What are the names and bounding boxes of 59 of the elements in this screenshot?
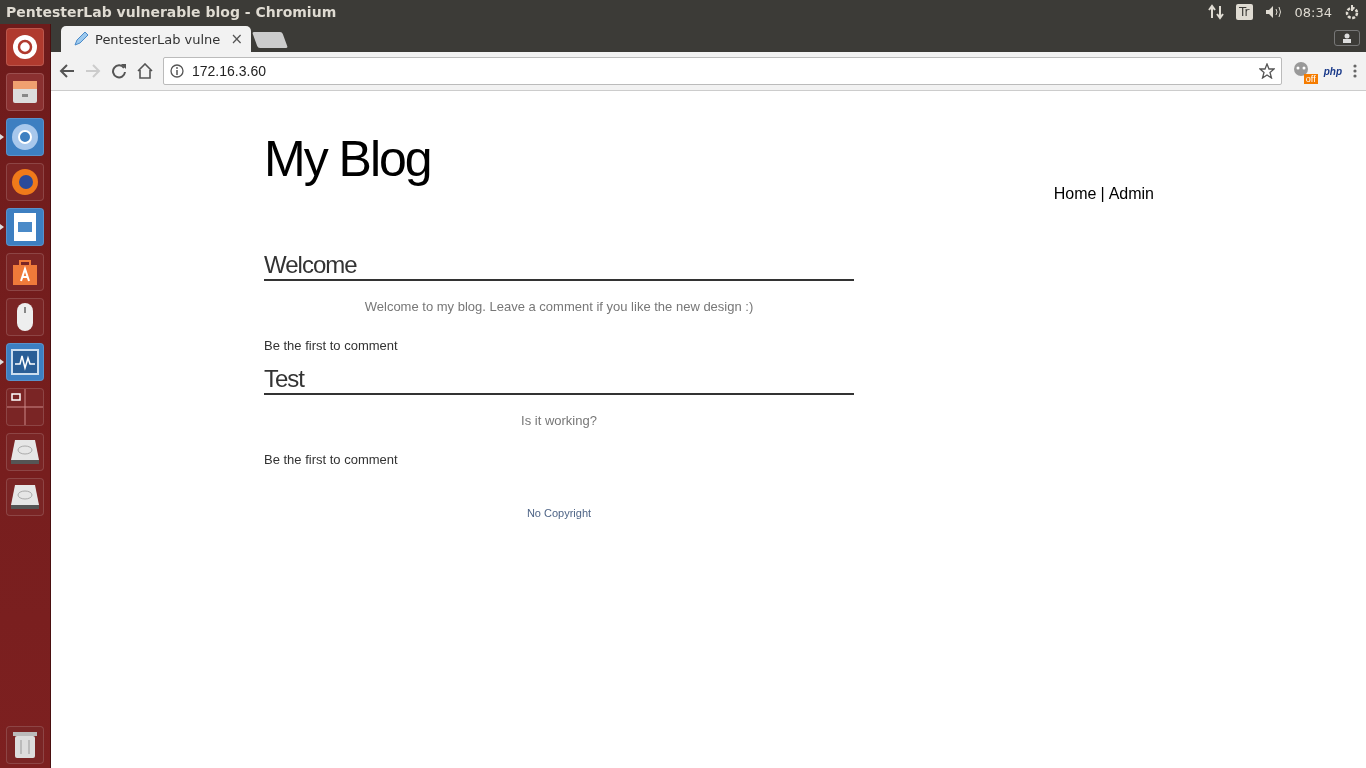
address-bar[interactable]: 172.16.3.60 (163, 57, 1282, 85)
launcher-item[interactable] (6, 343, 44, 381)
profile-button[interactable] (1334, 30, 1360, 46)
url-text: 172.16.3.60 (192, 63, 267, 79)
pencil-icon (73, 31, 89, 47)
workspaces-icon (7, 389, 43, 425)
window-title: PentesterLab vulnerable blog - Chromium (6, 4, 338, 20)
comments-note: Be the first to comment (264, 452, 399, 467)
tab-close-button[interactable]: × (230, 30, 243, 48)
firefox-icon (10, 167, 40, 197)
volume-icon[interactable] (1264, 5, 1283, 19)
presentation-document-icon (11, 212, 39, 242)
running-indicator-icon (0, 359, 4, 365)
info-icon[interactable] (170, 64, 184, 78)
post-title: Welcome (264, 251, 854, 281)
launcher-item[interactable] (6, 73, 44, 111)
network-arrows-icon[interactable] (1208, 4, 1225, 20)
running-indicator-icon (0, 224, 4, 230)
php-extension-button[interactable]: php (1323, 65, 1342, 77)
launcher-item[interactable] (6, 433, 44, 471)
power-gear-icon[interactable] (1344, 4, 1360, 20)
file-cabinet-icon (11, 78, 39, 106)
clock[interactable]: 08:34 (1294, 4, 1332, 20)
comments-note: Be the first to comment (264, 338, 399, 353)
launcher-item[interactable] (6, 726, 44, 764)
menu-icon[interactable] (1352, 63, 1358, 79)
hard-drive-icon (9, 483, 41, 511)
trash-icon (12, 730, 38, 760)
post-body: Welcome to my blog. Leave a comment if you like the new design :) (363, 299, 755, 314)
launcher-item[interactable] (6, 298, 44, 336)
launcher-item[interactable] (6, 208, 44, 246)
footer-text: No Copyright (525, 507, 593, 519)
keyboard-layout-indicator[interactable]: Tr (1236, 4, 1253, 20)
launcher-item[interactable] (6, 28, 44, 66)
post-title: Test (264, 365, 854, 395)
blog-title: My Blog (264, 131, 431, 187)
nav-link[interactable]: Admin (1108, 185, 1154, 203)
nav-link[interactable]: Home (1053, 185, 1097, 203)
tab-title: PentesterLab vulne (95, 31, 222, 47)
off-badge: off (1303, 74, 1318, 84)
chromium-icon (10, 122, 40, 152)
post-body: Is it working? (520, 413, 598, 428)
launcher-item[interactable] (6, 388, 44, 426)
launcher-item[interactable] (6, 118, 44, 156)
browser-tab[interactable]: PentesterLab vulne × (61, 26, 251, 52)
new-tab-button[interactable] (252, 32, 288, 48)
running-indicator-icon (0, 134, 4, 140)
launcher-item[interactable] (6, 478, 44, 516)
nav-separator: | (1100, 185, 1105, 203)
reload-icon[interactable] (111, 63, 127, 79)
launcher-item[interactable] (6, 253, 44, 291)
home-icon[interactable] (137, 63, 153, 79)
person-icon (1342, 33, 1352, 43)
activity-monitor-icon (10, 348, 40, 376)
star-icon[interactable] (1258, 63, 1275, 79)
back-arrow-icon[interactable] (59, 63, 75, 79)
shopping-bag-icon (11, 257, 39, 287)
mouse-icon (15, 302, 35, 332)
hard-drive-icon (9, 438, 41, 466)
